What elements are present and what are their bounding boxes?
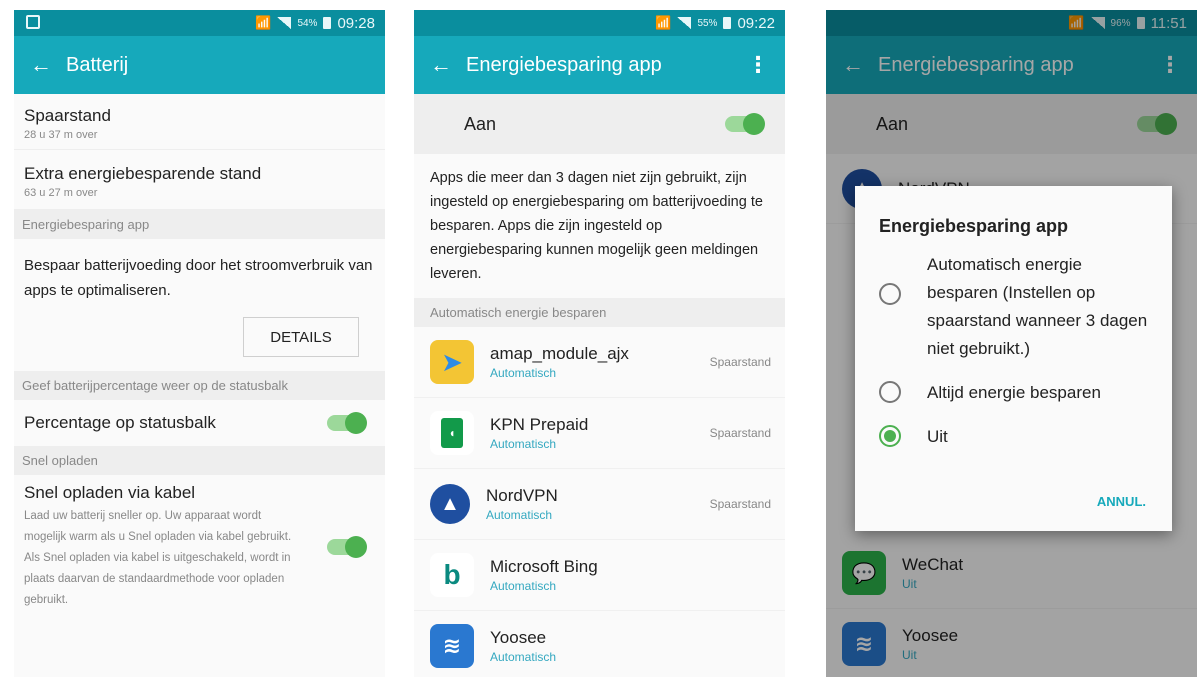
extra-energiebesparend-item[interactable]: Extra energiebesparende stand 63 u 27 m … [14,150,385,210]
app-state: Spaarstand [709,497,771,511]
app-name: amap_module_ajx [490,344,629,363]
description-text: Bespaar batterijvoeding door het stroomv… [24,257,373,299]
section-header-percentage: Geef batterijpercentage weer op de statu… [14,371,385,400]
signal-icon [277,17,292,29]
clock: 09:22 [737,14,775,32]
energy-saving-dialog: Energiebesparing app Automatisch energie… [855,186,1172,531]
battery-screen: 📶 54% 09:28 ← Batterij Spaarstand 28 u 3… [14,10,385,677]
fast-charge-row[interactable]: Snel opladen via kabel Laad uw batterij … [14,475,385,619]
app-state: Spaarstand [709,426,771,440]
wifi-icon: 📶 [255,15,272,30]
item-subtitle: Laad uw batterij sneller op. Uw apparaat… [24,510,292,606]
status-bar: 📶 54% 09:28 [14,10,385,36]
energy-saving-dialog-screen: 📶 96% 11:51 ← Energiebesparing app ⋮ Aan… [826,10,1197,677]
radio-button[interactable] [879,381,901,403]
battery-percent: 54% [297,17,318,29]
description-text: Apps die meer dan 3 dagen niet zijn gebr… [430,170,763,282]
section-header-energiebesparing: Energiebesparing app [14,210,385,239]
app-mode: Automatisch [490,366,557,380]
app-row[interactable]: ➤ amap_module_ajx Automatisch Spaarstand [414,327,785,398]
back-arrow-icon[interactable]: ← [430,52,466,78]
app-mode: Automatisch [490,579,557,593]
section-header-automatisch: Automatisch energie besparen [414,298,785,327]
bing-icon: b [430,553,474,597]
amap-icon: ➤ [430,340,474,384]
option-label: Automatisch energie besparen (Instellen … [927,255,1148,358]
more-options-icon[interactable]: ⋮ [737,52,769,78]
nordvpn-icon: ▲ [430,484,470,524]
item-subtitle: 28 u 37 m over [24,129,98,141]
master-switch-row[interactable]: Aan [414,94,785,154]
kpn-icon: ◖ [430,411,474,455]
app-name: NordVPN [486,486,558,505]
item-subtitle: 63 u 27 m over [24,187,98,199]
fast-charge-toggle[interactable] [327,536,367,558]
app-row[interactable]: ≋ Yoosee Automatisch [414,611,785,677]
dialog-title: Energiebesparing app [879,216,1069,236]
app-mode: Automatisch [490,437,557,451]
energy-saving-screen: 📶 55% 09:22 ← Energiebesparing app ⋮ Aan… [414,10,785,677]
app-state: Spaarstand [709,355,771,369]
option-label: Uit [927,427,948,446]
screenshot-icon [26,15,40,29]
percentage-statusbar-row[interactable]: Percentage op statusbalk [14,400,385,446]
item-title: Percentage op statusbalk [24,413,216,432]
app-row[interactable]: ▲ NordVPN Automatisch Spaarstand [414,469,785,540]
app-name: Microsoft Bing [490,557,598,576]
radio-button-selected[interactable] [879,425,901,447]
option-uit[interactable]: Uit [879,423,1148,451]
app-mode: Automatisch [486,508,553,522]
cancel-button[interactable]: ANNUL. [1097,494,1146,509]
battery-percent: 55% [697,17,718,29]
spaarstand-item[interactable]: Spaarstand 28 u 37 m over [14,94,385,150]
item-title: Snel opladen via kabel [24,483,196,502]
battery-icon [323,17,332,29]
app-bar: ← Batterij [14,36,385,94]
option-label: Altijd energie besparen [927,383,1101,402]
wifi-icon: 📶 [655,15,672,30]
clock: 09:28 [337,14,375,32]
details-button[interactable]: DETAILS [243,317,359,357]
option-altijd[interactable]: Altijd energie besparen [879,379,1148,407]
radio-button[interactable] [879,283,901,305]
app-row[interactable]: ◖ KPN Prepaid Automatisch Spaarstand [414,398,785,469]
signal-icon [677,17,692,29]
page-title: Energiebesparing app [466,53,662,76]
app-name: KPN Prepaid [490,415,589,434]
item-title: Extra energiebesparende stand [24,164,262,183]
page-title: Batterij [66,53,129,76]
app-name: Yoosee [490,628,547,647]
item-title: Spaarstand [24,106,111,125]
battery-icon [723,17,732,29]
app-mode: Automatisch [490,650,557,664]
master-switch-label: Aan [464,113,497,134]
option-automatisch[interactable]: Automatisch energie besparen (Instellen … [879,251,1148,363]
back-arrow-icon[interactable]: ← [30,52,66,78]
percentage-toggle[interactable] [327,412,367,434]
yoosee-icon: ≋ [430,624,474,668]
section-header-snel-opladen: Snel opladen [14,446,385,475]
app-bar: ← Energiebesparing app ⋮ [414,36,785,94]
app-row[interactable]: b Microsoft Bing Automatisch [414,540,785,611]
master-toggle[interactable] [725,113,765,135]
status-bar: 📶 55% 09:22 [414,10,785,36]
